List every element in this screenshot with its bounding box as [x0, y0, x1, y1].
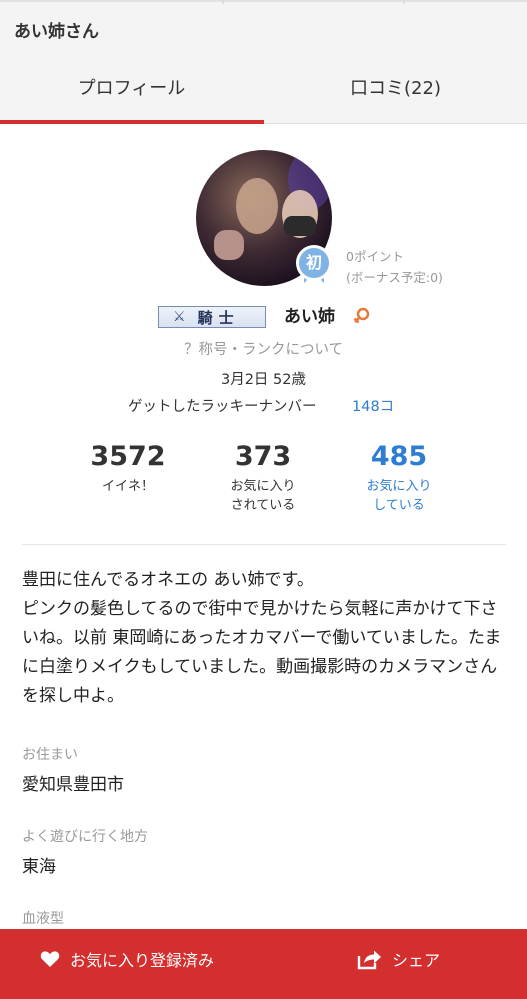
likes-count: 3572: [90, 441, 166, 472]
points-info: 0ポイント (ボーナス予定:0): [346, 246, 443, 288]
lucky-number-label: ゲットしたラッキーナンバー: [128, 399, 317, 415]
header-top-separator: [403, 0, 405, 4]
favorite-button-label: お気に入り登録済み: [70, 951, 215, 970]
share-button-label: シェア: [392, 951, 441, 970]
favorites-stat[interactable]: 485 お気に入り している: [334, 440, 464, 515]
bonus-points: (ボーナス予定:0): [346, 270, 443, 285]
title-badge: ⚔ 騎士: [158, 306, 266, 328]
tab-profile[interactable]: プロフィール: [0, 60, 263, 124]
share-icon: [357, 950, 381, 970]
favorite-button[interactable]: お気に入り登録済み: [40, 929, 214, 989]
title-rank-help-link[interactable]: ？称号・ランクについて: [0, 338, 527, 359]
likes-stat: 3572 イイネ！: [63, 440, 193, 496]
likes-label: イイネ！: [101, 479, 154, 494]
tab-reviews[interactable]: 口コミ(22): [264, 60, 527, 124]
favorites-count[interactable]: 485: [334, 440, 464, 474]
active-tab-indicator: [0, 120, 264, 124]
username: あい姉: [284, 307, 335, 327]
share-button[interactable]: シェア: [356, 929, 440, 989]
bio-line: 豊田に住んでるオネエの あい姉です。: [22, 570, 314, 590]
app-header: あい姉さん: [0, 0, 527, 60]
bottom-action-bar: お気に入り登録済み シェア: [0, 929, 527, 999]
bio-line: ピンクの髪色してるので街中で見かけたら気軽に声かけて下さいね。以前 東岡崎にあっ…: [22, 599, 502, 706]
rank-badge-label: 初: [296, 245, 332, 281]
residence-value: 愛知県豊田市: [22, 775, 124, 795]
blood-type-label: 血液型: [22, 911, 64, 927]
rank-badge: 初: [296, 245, 332, 289]
title-badge-label: 騎士: [197, 308, 240, 327]
sword-icon: ⚔: [173, 309, 186, 325]
female-icon: [353, 307, 370, 324]
profile-bio: 豊田に住んでるオネエの あい姉です。 ピンクの髪色してるので街中で見かけたら気軽…: [22, 566, 510, 711]
residence-label: お住まい: [22, 747, 78, 763]
header-top-separator: [222, 0, 224, 4]
tab-bar: プロフィール 口コミ(22): [0, 60, 527, 124]
frequent-area-label: よく遊びに行く地方: [22, 829, 148, 845]
points-value: 0ポイント: [346, 249, 404, 264]
frequent-area-value: 東海: [22, 857, 56, 877]
section-divider: [22, 544, 506, 545]
favorited-by-stat: 373 お気に入り されている: [198, 440, 328, 515]
lucky-number-count[interactable]: 148コ: [352, 395, 394, 416]
favorites-label[interactable]: お気に入り している: [334, 477, 464, 515]
page-title: あい姉さん: [14, 22, 99, 42]
header-top-line: [0, 0, 527, 2]
birthday-age: 3月2日 52歳: [220, 372, 306, 388]
favorited-by-count: 373: [234, 441, 292, 472]
favorited-by-label: お気に入り されている: [230, 479, 296, 513]
heart-icon: [40, 951, 60, 967]
